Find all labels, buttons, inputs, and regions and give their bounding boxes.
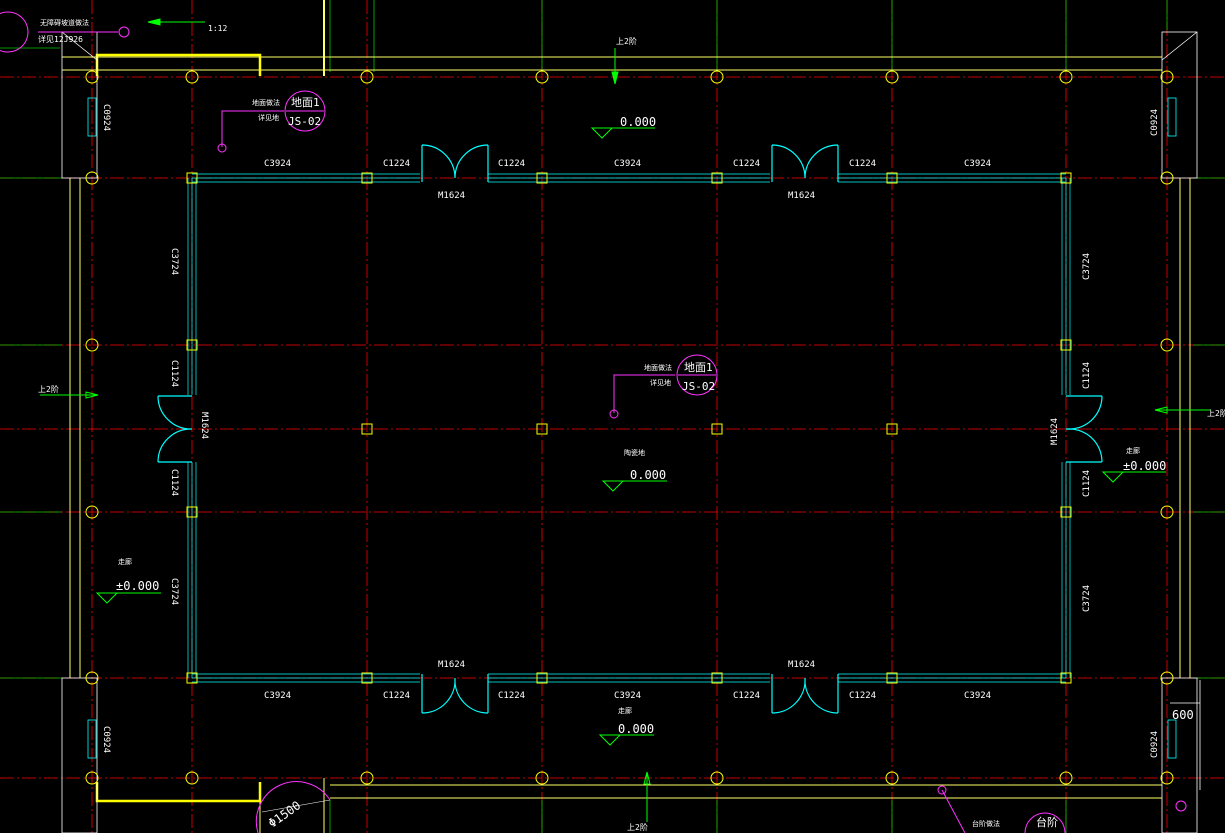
window-bottom-2: C1224 — [383, 691, 410, 701]
level-center-value: 0.000 — [630, 468, 666, 482]
door-bottom-1: M1624 — [438, 660, 465, 670]
stair-right-label: 上2阶 — [1207, 408, 1225, 418]
corner-window-tl: C0924 — [101, 104, 111, 131]
door-left: M1624 — [199, 412, 209, 439]
floor-tag-1-line2: 详见地 — [258, 113, 279, 122]
floor-tag-1-line1: 地面做法 — [252, 98, 280, 107]
door-top-1: M1624 — [438, 191, 465, 201]
level-bottom-label: 走廊 — [618, 706, 632, 715]
corner-window-br: C0924 — [1150, 731, 1160, 758]
window-top-7: C3924 — [964, 159, 991, 169]
floor-tag-2-code: JS-02 — [682, 380, 715, 393]
window-bottom-7: C3924 — [964, 691, 991, 701]
step-note: 台阶做法 — [972, 819, 1000, 828]
ramp-slope: 1:12 — [208, 24, 227, 33]
level-right-value: ±0.000 — [1123, 459, 1166, 473]
door-bottom-2: M1624 — [788, 660, 815, 670]
floor-tag-2-name: 地面1 — [684, 361, 713, 374]
window-left-2: C1124 — [169, 360, 179, 387]
floor-tag-2-line2: 详见地 — [650, 378, 671, 387]
level-left-value: ±0.000 — [116, 579, 159, 593]
corner-window-bl: C0924 — [101, 726, 111, 753]
window-bottom-4: C3924 — [614, 691, 641, 701]
window-top-2: C1224 — [383, 159, 410, 169]
window-top-5: C1224 — [733, 159, 760, 169]
door-top-2: M1624 — [788, 191, 815, 201]
floor-tag-1-name: 地面1 — [291, 96, 320, 109]
window-top-3: C1224 — [498, 159, 525, 169]
window-left-1: C3724 — [169, 248, 179, 275]
step-tag: 台阶 — [1036, 815, 1058, 829]
floor-tag-1-code: JS-02 — [288, 115, 321, 128]
level-left-label: 走廊 — [118, 557, 132, 566]
window-left-4: C3724 — [169, 578, 179, 605]
level-top-value: 0.000 — [620, 115, 656, 129]
window-right-4: C3724 — [1082, 585, 1092, 612]
cad-drawing-canvas: Φ1500 600 无障碍坡道做法 详见12J926 1:12 地面做法 详见地… — [0, 0, 1225, 833]
dimension-value: 600 — [1172, 708, 1194, 722]
stair-top-label: 上2阶 — [616, 36, 637, 46]
level-bottom-value: 0.000 — [618, 722, 654, 736]
level-right-label: 走廊 — [1126, 446, 1140, 455]
window-top-4: C3924 — [614, 159, 641, 169]
window-right-1: C3724 — [1082, 253, 1092, 280]
window-bottom-6: C1224 — [849, 691, 876, 701]
floor-tag-2-line1: 地面做法 — [644, 363, 672, 372]
window-left-3: C1124 — [169, 469, 179, 496]
window-top-6: C1224 — [849, 159, 876, 169]
ramp-note-line2: 详见12J926 — [38, 34, 83, 44]
window-top-1: C3924 — [264, 159, 291, 169]
window-bottom-3: C1224 — [498, 691, 525, 701]
corner-window-tr: C0924 — [1150, 109, 1160, 136]
door-right: M1624 — [1050, 418, 1060, 445]
level-center-label: 陶瓷地 — [624, 448, 645, 457]
window-bottom-5: C1224 — [733, 691, 760, 701]
stair-left-label: 上2阶 — [38, 384, 59, 394]
window-right-3: C1124 — [1082, 470, 1092, 497]
window-bottom-1: C3924 — [264, 691, 291, 701]
ramp-note-line1: 无障碍坡道做法 — [40, 18, 89, 27]
window-right-2: C1124 — [1082, 362, 1092, 389]
canvas-background — [0, 0, 1225, 833]
stair-bottom-label: 上2阶 — [627, 822, 648, 832]
